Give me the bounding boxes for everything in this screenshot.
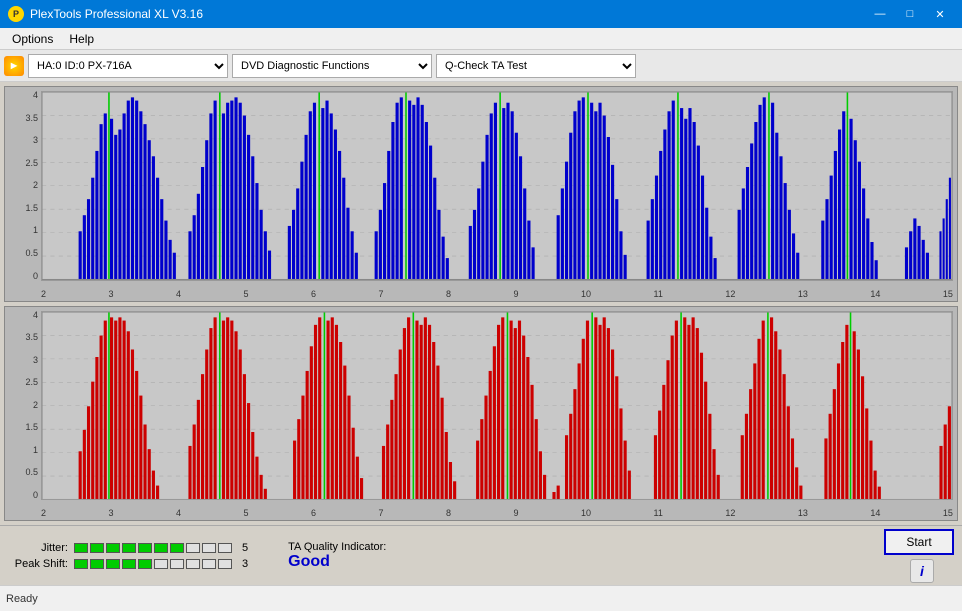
maximize-button[interactable]: □ [896, 4, 924, 24]
peakshift-led-6 [154, 559, 168, 569]
menu-options[interactable]: Options [4, 30, 61, 48]
close-button[interactable]: ✕ [926, 4, 954, 24]
bottom-chart-svg [42, 312, 952, 500]
jitter-label: Jitter: [8, 542, 68, 554]
jitter-led-3 [106, 543, 120, 553]
statusbar: Ready [0, 585, 962, 611]
titlebar: P PlexTools Professional XL V3.16 — □ ✕ [0, 0, 962, 28]
status-text: Ready [6, 593, 38, 605]
ta-quality-value: Good [288, 553, 330, 571]
peakshift-led-bar [74, 559, 232, 569]
footer-panel: Jitter: 5 Peak Shift: [0, 525, 962, 585]
app-title: PlexTools Professional XL V3.16 [30, 7, 203, 21]
peakshift-led-7 [170, 559, 184, 569]
peakshift-led-3 [106, 559, 120, 569]
window-controls: — □ ✕ [866, 4, 954, 24]
app-icon: P [8, 6, 24, 22]
peakshift-led-4 [122, 559, 136, 569]
footer-right-section: Start i [884, 529, 954, 583]
jitter-led-6 [154, 543, 168, 553]
bottom-chart-container: 4 3.5 3 2.5 2 1.5 1 0.5 0 [4, 306, 958, 522]
jitter-led-7 [170, 543, 184, 553]
test-select[interactable]: Q-Check TA Test [436, 54, 636, 78]
peakshift-led-9 [202, 559, 216, 569]
jitter-led-9 [202, 543, 216, 553]
bottom-chart-x-axis: 2 3 4 5 6 7 8 9 10 11 12 13 14 15 [41, 508, 953, 518]
peakshift-value: 3 [242, 558, 248, 570]
top-chart-x-axis: 2 3 4 5 6 7 8 9 10 11 12 13 14 15 [41, 289, 953, 299]
jitter-value: 5 [242, 542, 248, 554]
jitter-led-5 [138, 543, 152, 553]
peakshift-led-8 [186, 559, 200, 569]
toolbar: ▶ HA:0 ID:0 PX-716A DVD Diagnostic Funct… [0, 50, 962, 82]
peakshift-metric: Peak Shift: 3 [8, 558, 248, 570]
menubar: Options Help [0, 28, 962, 50]
main-content: 4 3.5 3 2.5 2 1.5 1 0.5 0 [0, 82, 962, 525]
jitter-led-4 [122, 543, 136, 553]
drive-icon: ▶ [4, 56, 24, 76]
peakshift-led-2 [90, 559, 104, 569]
ta-quality-section: TA Quality Indicator: Good [288, 541, 386, 571]
jitter-led-bar [74, 543, 232, 553]
jitter-led-2 [90, 543, 104, 553]
peakshift-led-1 [74, 559, 88, 569]
info-button[interactable]: i [910, 559, 934, 583]
function-select[interactable]: DVD Diagnostic Functions [232, 54, 432, 78]
top-chart-container: 4 3.5 3 2.5 2 1.5 1 0.5 0 [4, 86, 958, 302]
peakshift-label: Peak Shift: [8, 558, 68, 570]
top-chart-y-axis: 4 3.5 3 2.5 2 1.5 1 0.5 0 [7, 91, 41, 281]
bottom-chart-area [41, 311, 953, 501]
peakshift-led-5 [138, 559, 152, 569]
top-chart-area [41, 91, 953, 281]
drive-select[interactable]: HA:0 ID:0 PX-716A [28, 54, 228, 78]
bottom-chart-y-axis: 4 3.5 3 2.5 2 1.5 1 0.5 0 [7, 311, 41, 501]
peakshift-led-10 [218, 559, 232, 569]
minimize-button[interactable]: — [866, 4, 894, 24]
jitter-led-10 [218, 543, 232, 553]
jitter-led-8 [186, 543, 200, 553]
metrics-section: Jitter: 5 Peak Shift: [8, 542, 248, 570]
menu-help[interactable]: Help [61, 30, 102, 48]
jitter-metric: Jitter: 5 [8, 542, 248, 554]
top-chart-svg [42, 92, 952, 280]
jitter-led-1 [74, 543, 88, 553]
